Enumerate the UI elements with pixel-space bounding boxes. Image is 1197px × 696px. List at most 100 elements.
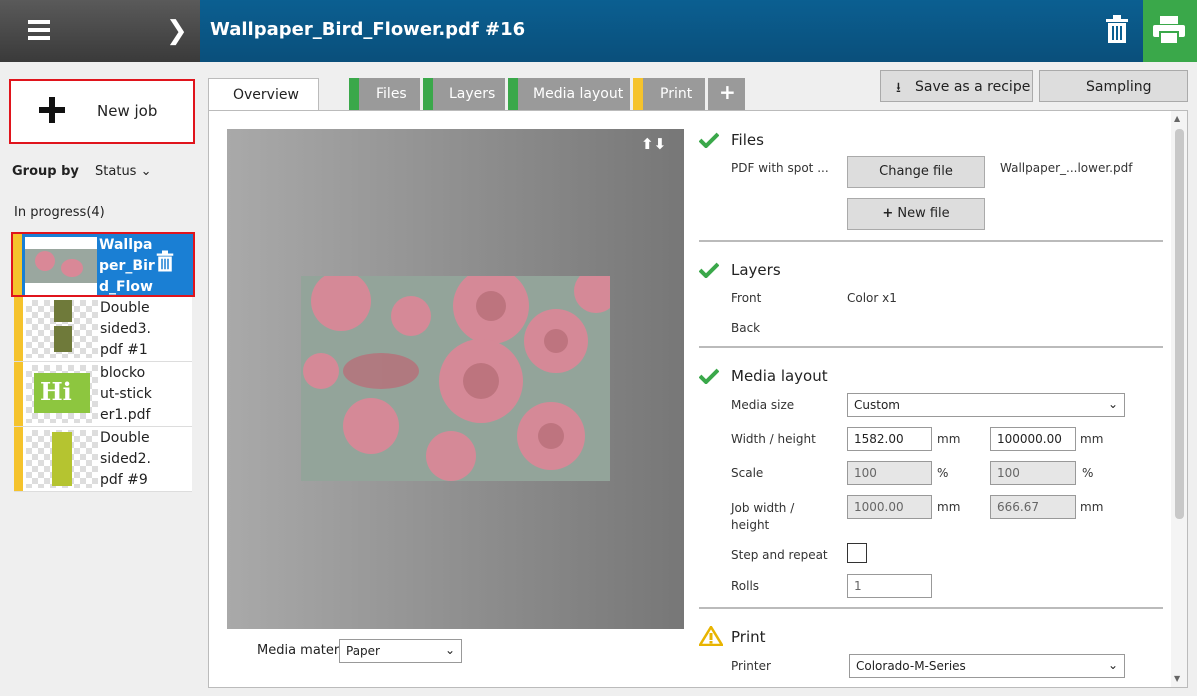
status-bar: [13, 234, 22, 295]
job-name-line: pdf #1: [100, 342, 148, 358]
job-item-blockout-sticker[interactable]: Hi blocko ut-stick er1.pdf: [14, 362, 192, 427]
trash-icon[interactable]: [156, 250, 174, 276]
printer-icon: [1153, 16, 1185, 44]
tab-label: Overview: [233, 87, 299, 103]
chevron-right-icon[interactable]: ❯: [166, 16, 188, 46]
job-height-input: 666.67: [990, 495, 1076, 519]
unit-label: mm: [937, 500, 961, 514]
top-bar: ❯ Wallpaper_Bird_Flower.pdf #16: [0, 0, 1197, 62]
pdf-label: PDF with spot ...: [731, 161, 829, 175]
job-list: Wallpa per_Bir d_Flow Double sided3. pdf…: [11, 232, 195, 492]
job-name-line: d_Flow: [99, 279, 153, 295]
trash-icon[interactable]: [1105, 15, 1129, 47]
plus-icon: +: [882, 206, 894, 221]
tab-label: Layers: [449, 86, 496, 102]
chevron-down-icon: ⌄: [1107, 397, 1118, 411]
scale-y-input: 100: [990, 461, 1076, 485]
job-item-doublesided2[interactable]: Double sided2. pdf #9: [14, 427, 192, 492]
print-button[interactable]: [1143, 0, 1197, 62]
media-material-value: Paper: [346, 644, 380, 658]
tab-overview[interactable]: Overview: [208, 78, 319, 113]
job-name-line: sided2.: [100, 451, 151, 467]
job-thumbnail: [26, 300, 98, 358]
job-name: Double sided2. pdf #9: [100, 428, 160, 491]
plus-icon: [39, 97, 65, 123]
unit-label: mm: [1080, 500, 1104, 514]
printer-select[interactable]: Colorado-M-Series ⌄: [849, 654, 1125, 678]
file-name: Wallpaper_...lower.pdf: [1000, 161, 1133, 175]
section-in-progress: In progress(4): [14, 205, 105, 220]
save-recipe-button[interactable]: ⭳ Save as a recipe: [880, 70, 1033, 102]
step-repeat-label: Step and repeat: [731, 548, 828, 562]
job-thumbnail: [25, 237, 97, 295]
tab-print[interactable]: Print: [633, 78, 705, 110]
check-icon: [699, 368, 719, 384]
chevron-down-icon: ⌄: [140, 164, 152, 179]
change-file-button[interactable]: Change file: [847, 156, 985, 188]
tab-files[interactable]: Files: [349, 78, 420, 110]
print-title: Print: [731, 628, 766, 646]
check-icon: [699, 262, 719, 278]
nav-area: ❯: [0, 0, 200, 62]
job-name-line: Wallpa: [99, 237, 153, 253]
job-width-input: 1000.00: [847, 495, 932, 519]
job-name-line: ut-stick: [100, 386, 152, 402]
artwork-thumbnail: [301, 276, 610, 481]
menu-icon[interactable]: [28, 20, 52, 40]
rolls-input[interactable]: 1: [847, 574, 932, 598]
download-icon: ⭳: [896, 80, 901, 96]
job-wh-label: Job width / height: [731, 501, 795, 532]
save-recipe-label: Save as a recipe: [915, 79, 1031, 95]
page-title: Wallpaper_Bird_Flower.pdf #16: [210, 19, 526, 40]
job-name-line: per_Bir: [99, 258, 155, 274]
height-input[interactable]: 100000.00: [990, 427, 1076, 451]
sampling-label: Sampling: [1086, 79, 1152, 95]
job-name: blocko ut-stick er1.pdf: [100, 363, 160, 426]
title-area: Wallpaper_Bird_Flower.pdf #16: [200, 0, 1143, 62]
group-by-select[interactable]: Status ⌄: [95, 164, 151, 179]
group-by-value: Status: [95, 164, 137, 179]
media-size-label: Media size: [731, 398, 795, 412]
step-repeat-checkbox[interactable]: [847, 543, 867, 563]
status-stripe: [633, 78, 643, 110]
scrollbar-thumb[interactable]: [1175, 129, 1184, 519]
chevron-down-icon: ⌄: [1107, 658, 1118, 672]
job-item-wallpaper[interactable]: Wallpa per_Bir d_Flow: [11, 232, 195, 297]
overview-panel: ⬆⬇ Media material Paper ⌄ Files PDF with…: [208, 110, 1188, 688]
front-value: Color x1: [847, 291, 897, 305]
scroll-down-icon[interactable]: ▼: [1174, 674, 1180, 683]
job-thumbnail: Hi: [26, 365, 98, 423]
status-bar: [14, 427, 23, 491]
warning-icon: [699, 626, 723, 646]
status-stripe: [508, 78, 518, 110]
job-name: Double sided3. pdf #1: [100, 298, 160, 361]
divider: [699, 346, 1163, 348]
check-icon: [699, 132, 719, 148]
media-size-select[interactable]: Custom ⌄: [847, 393, 1125, 417]
job-item-doublesided3[interactable]: Double sided3. pdf #1: [14, 297, 192, 362]
group-by: Group by Status ⌄: [12, 164, 152, 179]
new-file-label: New file: [897, 206, 950, 221]
new-job-button[interactable]: New job: [9, 79, 195, 144]
add-tab-icon: +: [719, 80, 736, 104]
media-size-value: Custom: [854, 398, 900, 412]
printer-label: Printer: [731, 659, 771, 673]
rolls-label: Rolls: [731, 579, 760, 593]
settings-column: Files PDF with spot ... Change file Wall…: [699, 111, 1169, 687]
sampling-button[interactable]: Sampling: [1039, 70, 1188, 102]
unit-label: %: [937, 466, 949, 480]
scrollbar[interactable]: ▲ ▼: [1171, 111, 1187, 687]
layers-title: Layers: [731, 261, 781, 279]
tab-layers[interactable]: Layers: [423, 78, 505, 110]
scroll-up-icon[interactable]: ▲: [1174, 114, 1180, 123]
flip-arrows-icon[interactable]: ⬆⬇: [641, 135, 666, 153]
media-material-select[interactable]: Paper ⌄: [339, 639, 462, 663]
width-input[interactable]: 1582.00: [847, 427, 932, 451]
tab-add[interactable]: +: [708, 78, 745, 110]
front-label: Front: [731, 291, 762, 305]
unit-label: mm: [1080, 432, 1104, 446]
new-file-button[interactable]: + New file: [847, 198, 985, 230]
unit-label: %: [1082, 466, 1094, 480]
job-name-line: blocko: [100, 365, 146, 381]
tab-media-layout[interactable]: Media layout: [508, 78, 630, 110]
